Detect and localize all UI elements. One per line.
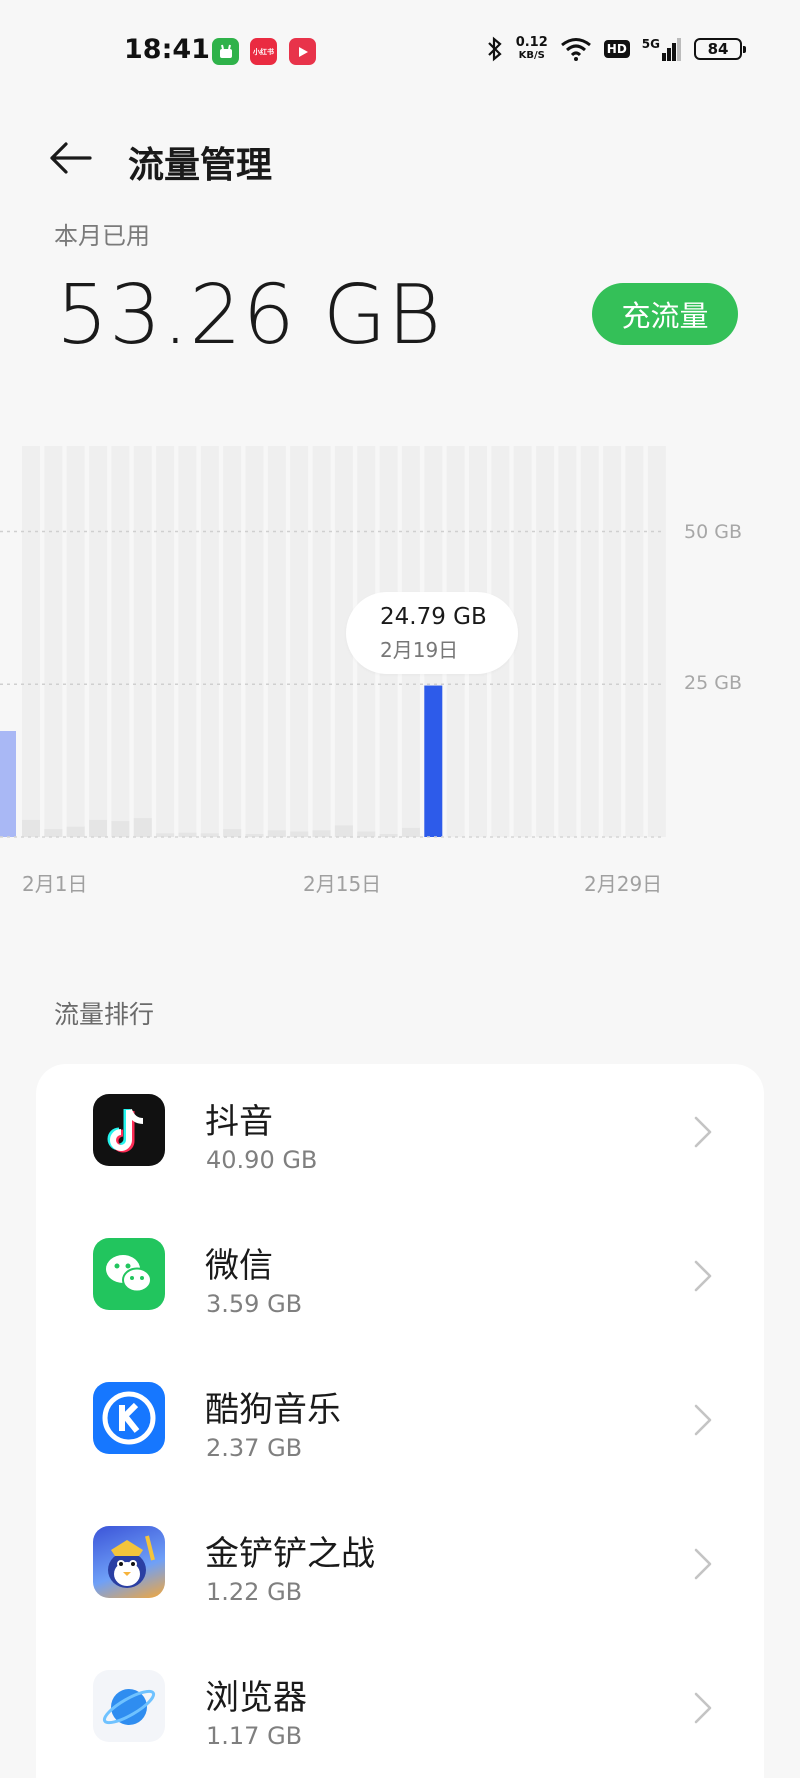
used-label: 本月已用 [54, 222, 150, 250]
bluetooth-icon [487, 36, 502, 62]
chart-column-bg [178, 446, 197, 837]
app-row-browser[interactable]: 浏览器 1.17 GB [36, 1640, 764, 1778]
chart-column-bg [89, 446, 108, 837]
x-tick-label: 2月1日 [22, 872, 88, 896]
chart-column-bg [312, 446, 331, 837]
arrow-left-icon [50, 142, 92, 174]
app-usage: 1.22 GB [206, 1578, 303, 1606]
battery-icon: 84 [694, 38, 746, 60]
app-name: 酷狗音乐 [205, 1390, 341, 1430]
chart-column-bg [133, 446, 152, 837]
chart-bar [156, 833, 175, 837]
ranking-title: 流量排行 [54, 1000, 155, 1029]
status-right: 0.12 KB/S HD 5G 84 [486, 36, 746, 62]
chart-bar-selected [424, 685, 443, 837]
kugou-icon [93, 1382, 165, 1454]
chart-bar [357, 831, 376, 837]
chart-bar [44, 829, 63, 837]
chart-bar [178, 832, 197, 837]
app-usage: 1.17 GB [206, 1722, 303, 1750]
chart-bar [290, 831, 309, 837]
chart-tooltip: 24.79 GB 2月19日 [346, 592, 518, 674]
chart-bar [133, 818, 152, 837]
net-speed-unit: KB/S [518, 50, 545, 61]
chart-column-bg [44, 446, 63, 837]
app-name: 抖音 [205, 1102, 273, 1142]
chart-column-bg [22, 446, 40, 837]
page-title: 流量管理 [128, 145, 273, 186]
app-row-jinchanchan[interactable]: 金铲铲之战 1.22 GB [36, 1496, 764, 1640]
app-row-kugou[interactable]: 酷狗音乐 2.37 GB [36, 1352, 764, 1496]
back-button[interactable] [46, 136, 96, 180]
hd-badge: HD [603, 40, 630, 58]
chart-column-bg [245, 446, 264, 837]
game-icon [212, 38, 239, 65]
chart-bar [111, 821, 130, 837]
chart-column-bg [625, 446, 644, 837]
browser-icon [93, 1670, 165, 1742]
x-tick-label: 2月29日 [584, 872, 663, 896]
status-time: 18:41 [124, 34, 210, 65]
x-tick-label: 2月15日 [303, 872, 382, 896]
app-row-douyin[interactable]: 抖音 40.90 GB [36, 1064, 764, 1208]
xiaohongshu-label: 小红书 [253, 47, 274, 56]
chart-column-bg [66, 446, 85, 837]
xiaohongshu-icon: 小红书 [250, 38, 277, 65]
status-bar: 18:41 小红书 0.12 KB/S HD 5G 84 [0, 0, 800, 100]
chevron-right-icon [694, 1404, 712, 1436]
chart-column-bg [156, 446, 175, 837]
tooltip-date: 2月19日 [380, 638, 459, 662]
app-usage: 2.37 GB [206, 1434, 303, 1462]
chart-bar [334, 825, 353, 837]
chevron-right-icon [694, 1116, 712, 1148]
chart-column-bg [536, 446, 555, 837]
app-row-wechat[interactable]: 微信 3.59 GB [36, 1208, 764, 1352]
battery-level: 84 [707, 40, 729, 58]
chart-column-bg [603, 446, 622, 837]
tooltip-value: 24.79 GB [380, 604, 487, 630]
chevron-right-icon [694, 1260, 712, 1292]
network-type: 5G [641, 37, 660, 51]
wechat-icon [93, 1238, 165, 1310]
douyin-icon [93, 1094, 165, 1166]
video-icon [289, 38, 316, 65]
app-usage: 3.59 GB [206, 1290, 303, 1318]
chart-bar [223, 829, 242, 837]
chevron-right-icon [694, 1548, 712, 1580]
net-speed-value: 0.12 [515, 35, 548, 50]
chart-column-bg [111, 446, 130, 837]
chart-bar [267, 830, 286, 837]
chart-edge-bar [0, 731, 16, 837]
chart-column-bg [290, 446, 309, 837]
signal-icon: 5G [642, 37, 682, 61]
wifi-icon [560, 38, 591, 61]
chart-bar [22, 819, 40, 837]
used-value: 53.26 GB [56, 268, 443, 363]
chart-column-bg [558, 446, 577, 837]
chart-column-bg [200, 446, 219, 837]
chart-column-bg [267, 446, 286, 837]
app-name: 浏览器 [205, 1678, 307, 1718]
app-name: 微信 [205, 1246, 273, 1286]
net-speed: 0.12 KB/S [516, 36, 548, 62]
ranking-card: 抖音 40.90 GB 微信 3.59 GB 酷狗音乐 2.37 GB 金铲铲之… [36, 1064, 764, 1778]
y-tick-label: 50 GB [684, 521, 742, 543]
app-usage: 40.90 GB [206, 1146, 318, 1174]
chart-column-bg [223, 446, 242, 837]
y-tick-label: 25 GB [684, 672, 742, 694]
chart-bar [66, 826, 85, 837]
chevron-right-icon [694, 1692, 712, 1724]
chart-bar [312, 830, 331, 837]
recharge-button[interactable]: 充流量 [592, 283, 738, 345]
chart-column-bg [580, 446, 599, 837]
chart-column-bg [647, 446, 666, 837]
jinchanchan-icon [93, 1526, 165, 1598]
chart-bar [89, 819, 108, 837]
app-name: 金铲铲之战 [205, 1534, 375, 1574]
chart-bar [401, 827, 420, 837]
